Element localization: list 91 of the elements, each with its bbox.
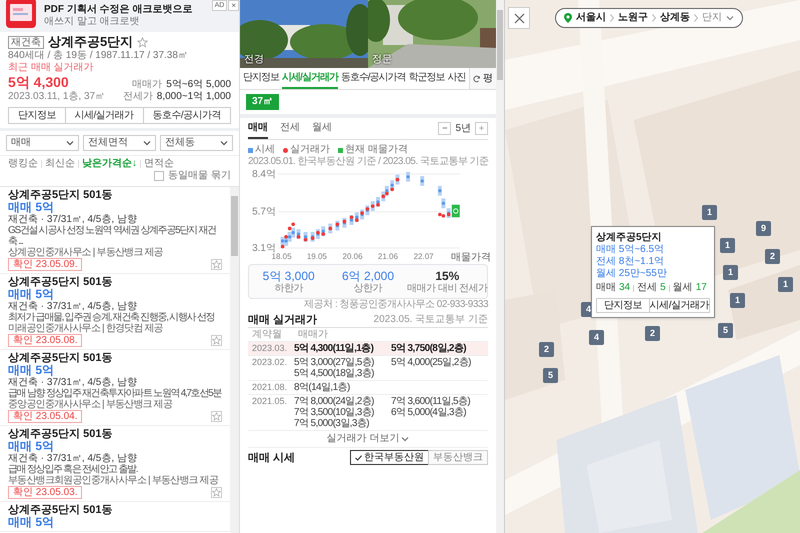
summary-label: 하한가: [274, 283, 303, 294]
agency-info: 부동산뱅크회원공인중개사사무소 | 부동산뱅크 제공: [8, 475, 220, 486]
range-label: 전세가: [122, 91, 153, 103]
listing-description: GS건설 시공사 선정 노원역 역세권 상계주공5단지 재건축 ...: [8, 225, 217, 247]
listing-title: 상계주공5단지 501동: [8, 504, 114, 516]
summary-value: 5억 3,000: [262, 269, 315, 283]
axis-tick-label: 19.05: [306, 252, 327, 261]
column-header: 매매가: [297, 328, 329, 341]
listing-description: 급매 정상입주 혹은 전세안고 출발.: [8, 464, 139, 475]
summary-value: 15%: [435, 269, 460, 283]
recent-price-detail: 2023.03.11, 1층, 37㎡: [8, 91, 106, 103]
transaction-month: 2021.05.: [251, 396, 288, 408]
count-value: 5: [660, 282, 666, 294]
summary-value: 6억 2,000: [342, 269, 394, 283]
transaction-month: 2023.02.: [251, 357, 288, 369]
confirmation-badge: 확인 23.05.09.: [8, 258, 82, 271]
transaction-price: 7억 3,500(10일,3층): [294, 407, 375, 418]
count-label: 월세: [672, 282, 693, 294]
summary-label: 매매가 대비 전세가: [407, 283, 488, 294]
count-value: 17: [696, 282, 707, 294]
transaction-price: 7억 5,000(3일,3층): [294, 418, 370, 429]
listing-price: 매매 5억: [8, 364, 56, 377]
axis-tick-label: 18.05: [272, 252, 292, 261]
count-value: 34: [619, 282, 630, 294]
transaction-price: 5억 3,750(8일,2층): [391, 343, 467, 354]
listing-title: 상계주공5단지 501동: [8, 276, 114, 288]
listing-description: 최저가 급매물, 입주권 승계, 재건축 진행중, 시행사 선정: [8, 312, 216, 323]
complex-name: 상계주공5단지: [48, 34, 134, 50]
transaction-price: 5억 4,000(25일,2층): [391, 357, 472, 368]
checkbox-label: 동일매물 묶기: [168, 170, 231, 182]
listing-specs: 재건축 · 37/31㎡, 4/5층, 남향: [8, 301, 138, 312]
recent-price: 5억 4,300: [8, 74, 69, 91]
range-label: 매매가: [132, 79, 162, 91]
transaction-price: 7억 8,000(24일,2층): [294, 396, 375, 407]
listing-specs: 재건축 · 37/31㎡, 4/5층, 남향: [8, 214, 138, 225]
photo-caption: 전경: [244, 54, 264, 66]
column-header: 계약월: [251, 328, 283, 341]
axis-tick-label: 22.07: [414, 252, 434, 261]
popup-price-range: 월세 25만~55만: [596, 268, 668, 280]
listing-specs: 재건축 · 37/31㎡, 4/5층, 남향: [8, 377, 138, 388]
confirmation-badge: 확인 23.05.04.: [8, 410, 82, 423]
agency-info: 미래공인중개사사무소 | 한경닷컴 제공: [8, 323, 164, 334]
complex-tag: 재건축: [8, 36, 44, 48]
summary-label: 상한가: [354, 283, 382, 294]
popup-price-range: 매매 5억~6.5억: [596, 244, 666, 256]
ad-title: PDF 기획서 수정은 애크로뱃으로: [44, 4, 192, 16]
axis-tick-label: 매물가격: [451, 252, 491, 263]
listing-price: 매매 5억: [8, 288, 56, 301]
count-label: 전세: [637, 282, 658, 294]
section-title: 매매 실거래가: [248, 313, 318, 327]
popup-title: 상계주공5단지: [596, 231, 663, 244]
transaction-price: 5억 4,500(18일,3층): [294, 368, 375, 379]
complex-summary: 840세대 / 총 19동 / 1987.11.17 / 37.38㎡: [8, 50, 189, 62]
transaction-month: 2023.03.: [251, 343, 288, 354]
transaction-month: 2021.08.: [251, 382, 288, 393]
axis-tick-label: 21.06: [378, 252, 398, 261]
transaction-price: 8억(14일,1층): [294, 382, 351, 393]
listing-title: 상계주공5단지 501동: [8, 428, 114, 440]
range-value: 5억~6억 5,000: [166, 79, 231, 91]
chart-source: 2023.05.01. 한국부동산원 기준 / 2023.05. 국토교통부 기준: [248, 156, 488, 168]
period-value: 5년: [455, 122, 471, 136]
listing-title: 상계주공5단지 501동: [8, 352, 114, 364]
count-label: 매매: [596, 282, 616, 294]
listing-price: 매매 5억: [8, 440, 56, 453]
axis-tick-label: 8.4억: [252, 169, 276, 180]
agency-info: 상계공인중개사무소 | 부동산뱅크 제공: [8, 247, 164, 258]
range-value: 8,000~1억 1,000: [156, 91, 231, 103]
axis-tick-label: 20.06: [342, 252, 363, 261]
legend-label: 현재 매물가격: [345, 144, 408, 156]
axis-tick-label: 3.1억: [252, 243, 276, 254]
listing-title: 상계주공5단지 501동: [8, 189, 114, 201]
popup-price-range: 전세 8천~1.1억: [596, 256, 666, 268]
listing-price: 매매 5억: [8, 201, 56, 214]
section-source: 2023.05. 국토교통부 기준: [374, 314, 488, 326]
section-title: 매매 시세: [248, 450, 296, 464]
confirmation-badge: 확인 23.05.08.: [8, 334, 82, 347]
recent-price-label: 최근 매매 실거래가: [8, 62, 95, 74]
transaction-price: 7억 3,600(11일,5층): [391, 396, 472, 407]
axis-tick-label: 5.7억: [252, 206, 276, 218]
legend-label: 시세: [255, 144, 275, 156]
confirmation-badge: 확인 23.05.03.: [8, 486, 82, 499]
listing-price: 매매 5억: [8, 516, 56, 529]
transaction-price: 5억 4,300(11일,1층): [294, 343, 374, 354]
transaction-price: 6억 5,000(4일,3층): [391, 407, 467, 418]
listing-description: 급매 남향 정상입주 재건축투자아파트 노원역 4,7호선5분: [8, 388, 222, 399]
provider-info: 제공처 : 청풍공인중개사사무소 02-933-9333: [303, 299, 488, 311]
transaction-price: 5억 3,000(27일,5층): [294, 357, 375, 368]
ad-subtitle: 애쓰지 말고 애크로뱃: [44, 16, 141, 28]
agency-info: 중앙공인중개사사무소 | 부동산뱅크 제공: [8, 399, 174, 410]
legend-label: 실거래가: [290, 144, 330, 156]
listing-specs: 재건축 · 37/31㎡, 4/5층, 남향: [8, 453, 138, 464]
